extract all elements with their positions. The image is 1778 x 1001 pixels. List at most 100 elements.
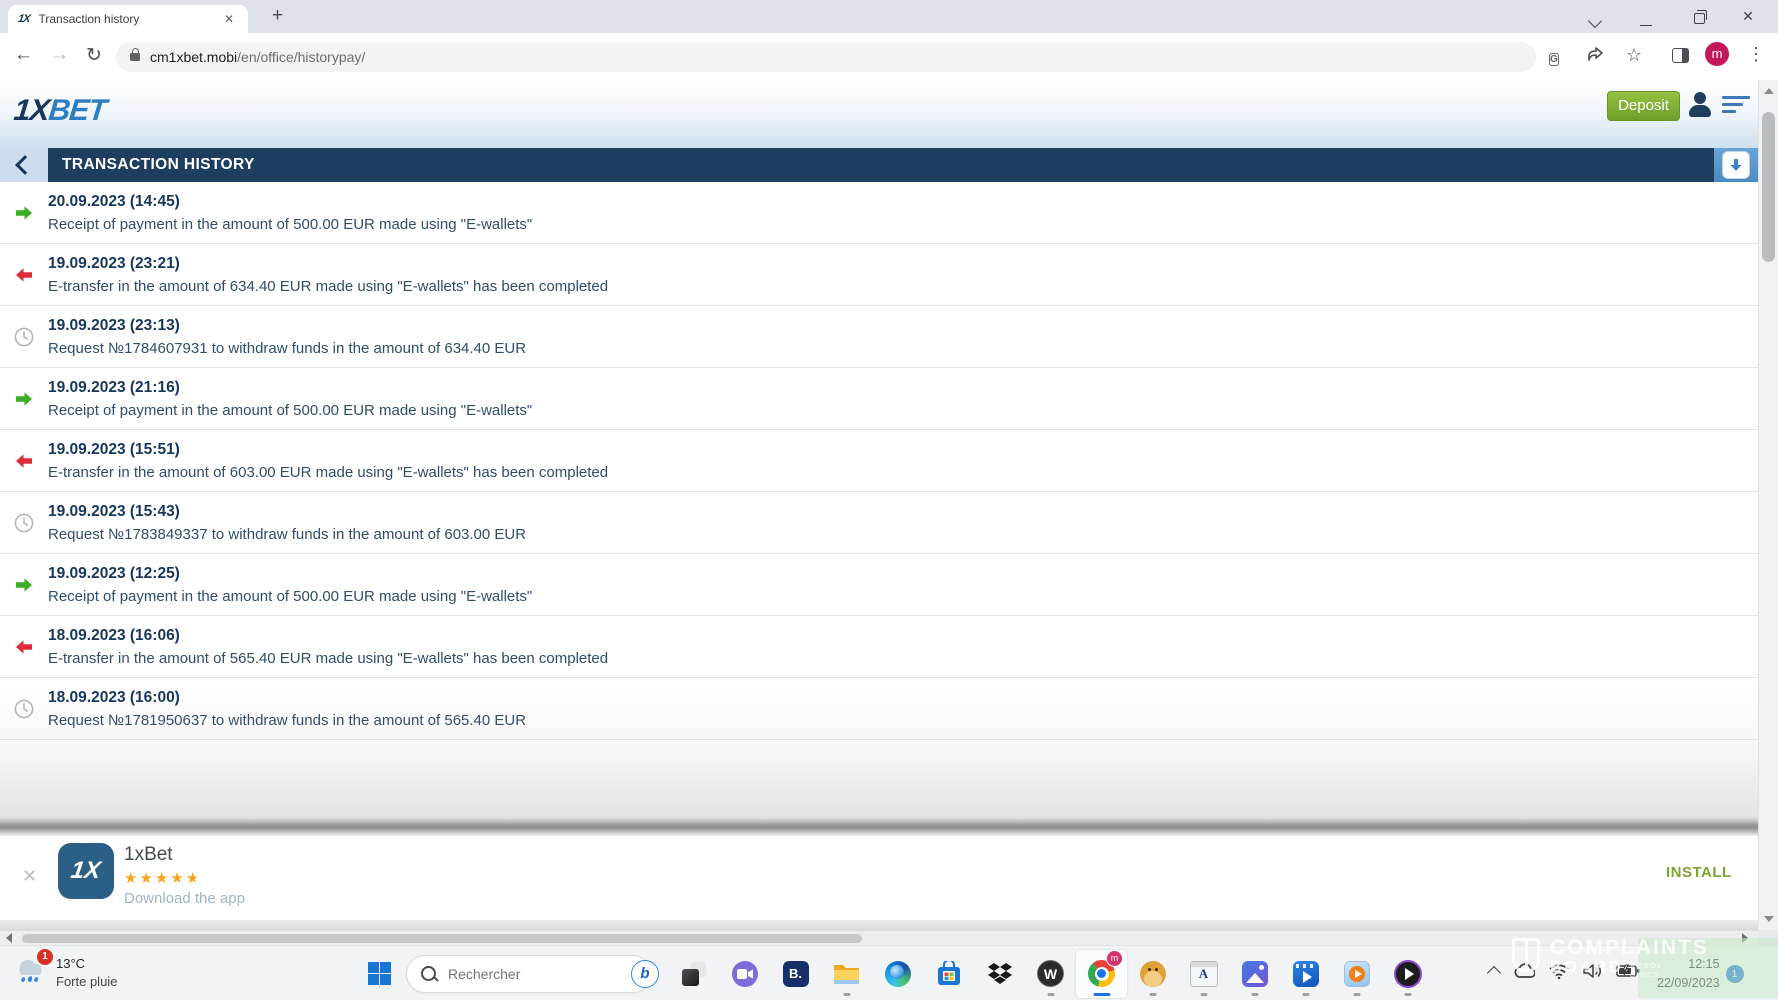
- transaction-type-icon: [0, 203, 48, 223]
- window-restore-button[interactable]: [1689, 11, 1709, 27]
- vertical-scroll-thumb[interactable]: [1762, 112, 1775, 262]
- tray-chevron-icon[interactable]: [1489, 964, 1499, 983]
- scroll-left-arrow[interactable]: [6, 933, 12, 943]
- microsoft-store-icon: [936, 961, 962, 987]
- weather-widget[interactable]: 1 13°C Forte pluie: [10, 951, 117, 994]
- window-minimize-button[interactable]: [1636, 16, 1656, 32]
- pending-clock-icon: [13, 512, 35, 534]
- transaction-date: 19.09.2023 (15:43): [48, 503, 526, 521]
- taskbar-item-booking[interactable]: B.: [770, 950, 821, 998]
- transaction-date: 19.09.2023 (21:16): [48, 379, 532, 397]
- transaction-row[interactable]: 18.09.2023 (16:00) Request №1781950637 t…: [0, 678, 1758, 740]
- browser-tab[interactable]: 1X Transaction history ✕: [8, 5, 248, 33]
- transaction-type-icon: [0, 389, 48, 409]
- taskbar-item-text-editor[interactable]: A: [1178, 950, 1229, 998]
- file-explorer-icon: [833, 962, 860, 986]
- account-icon[interactable]: [1688, 92, 1712, 118]
- transaction-row[interactable]: 19.09.2023 (15:43) Request №1783849337 t…: [0, 492, 1758, 554]
- taskbar-item-dropbox[interactable]: [974, 950, 1025, 998]
- deposit-button[interactable]: Deposit: [1607, 91, 1680, 121]
- window-close-button[interactable]: ✕: [1738, 8, 1758, 25]
- watermark-green-tint: [1638, 938, 1778, 998]
- transaction-row[interactable]: 19.09.2023 (12:25) Receipt of payment in…: [0, 554, 1758, 616]
- browser-tab-strip: 1X Transaction history ✕ + ✕: [0, 0, 1778, 33]
- lock-icon[interactable]: [130, 53, 140, 61]
- tab-search-icon[interactable]: [1585, 13, 1605, 29]
- forward-icon[interactable]: →: [50, 44, 69, 66]
- address-bar[interactable]: cm1xbet.mobi/en/office/historypay/: [116, 42, 1536, 72]
- app-install-banner: ✕ 1X 1xBet ★★★★★★ Download the app INSTA…: [0, 836, 1758, 920]
- taskbar-item-chrome[interactable]: m: [1076, 950, 1127, 998]
- search-input[interactable]: [446, 965, 631, 983]
- transaction-description: E-transfer in the amount of 603.00 EUR m…: [48, 464, 608, 481]
- app-subtitle: Download the app: [124, 890, 245, 907]
- transaction-row[interactable]: 19.09.2023 (23:21) E-transfer in the amo…: [0, 244, 1758, 306]
- taskbar-item-edge[interactable]: [872, 950, 923, 998]
- scroll-down-arrow[interactable]: [1764, 916, 1774, 922]
- back-button[interactable]: [0, 148, 48, 182]
- share-icon[interactable]: [1586, 45, 1604, 68]
- withdrawal-arrow-icon: [14, 265, 34, 285]
- volume-icon[interactable]: [1583, 963, 1602, 984]
- transaction-description: Receipt of payment in the amount of 500.…: [48, 588, 532, 605]
- transaction-description: Request №1784607931 to withdraw funds in…: [48, 340, 526, 357]
- task-view-button[interactable]: [668, 950, 719, 998]
- w-app-icon: W: [1037, 960, 1064, 987]
- start-button[interactable]: [352, 950, 406, 998]
- translate-icon[interactable]: G: [1549, 47, 1559, 67]
- taskbar-item-store[interactable]: [923, 950, 974, 998]
- chrome-profile-badge: m: [1106, 950, 1123, 967]
- transaction-row[interactable]: 18.09.2023 (16:06) E-transfer in the amo…: [0, 616, 1758, 678]
- bookmark-star-icon[interactable]: ☆: [1626, 45, 1642, 66]
- download-panel[interactable]: [1714, 148, 1758, 182]
- app-icon: 1X: [58, 843, 114, 899]
- taskbar-item-file-explorer[interactable]: [821, 950, 872, 998]
- kebab-menu-icon[interactable]: ⋮: [1747, 44, 1765, 65]
- wifi-icon[interactable]: [1549, 963, 1569, 984]
- tab-title: Transaction history: [38, 12, 219, 26]
- taskbar-item-movies-tv[interactable]: [1280, 950, 1331, 998]
- install-button[interactable]: INSTALL: [1666, 864, 1732, 881]
- taskbar-item-chat[interactable]: [719, 950, 770, 998]
- taskbar-item-media-player[interactable]: [1331, 950, 1382, 998]
- profile-avatar[interactable]: m: [1705, 42, 1729, 66]
- bing-chat-icon[interactable]: b: [631, 960, 659, 988]
- back-icon[interactable]: ←: [14, 44, 33, 66]
- side-panel-icon[interactable]: [1672, 48, 1689, 68]
- scroll-up-arrow[interactable]: [1764, 88, 1774, 94]
- transaction-date: 19.09.2023 (23:13): [48, 317, 526, 335]
- tab-close-icon[interactable]: ✕: [220, 10, 238, 28]
- battery-icon[interactable]: [1616, 964, 1640, 983]
- reload-icon[interactable]: ↻: [86, 44, 102, 67]
- transaction-description: Receipt of payment in the amount of 500.…: [48, 216, 532, 233]
- horizontal-scroll-thumb[interactable]: [22, 934, 862, 943]
- horizontal-scrollbar[interactable]: [0, 930, 1758, 945]
- vertical-scrollbar[interactable]: [1758, 80, 1778, 930]
- transaction-description: E-transfer in the amount of 634.40 EUR m…: [48, 278, 608, 295]
- new-tab-button[interactable]: +: [266, 4, 289, 28]
- transaction-row[interactable]: 20.09.2023 (14:45) Receipt of payment in…: [0, 182, 1758, 244]
- taskbar-search[interactable]: b: [406, 955, 652, 993]
- site-logo[interactable]: 1XBET: [12, 94, 107, 128]
- transaction-type-icon: [0, 637, 48, 657]
- page-title-bar: TRANSACTION HISTORY: [0, 148, 1758, 182]
- taskbar-item-photos[interactable]: [1229, 950, 1280, 998]
- site-header: 1XBET Deposit: [0, 80, 1758, 148]
- taskbar-item-w-app[interactable]: W: [1025, 950, 1076, 998]
- taskbar-item-mascot-app[interactable]: [1127, 950, 1178, 998]
- download-arrow-icon[interactable]: [1722, 151, 1750, 179]
- windows-taskbar: 1 13°C Forte pluie b B.: [0, 945, 1778, 1000]
- transaction-row[interactable]: 19.09.2023 (21:16) Receipt of payment in…: [0, 368, 1758, 430]
- movies-tv-icon: [1293, 961, 1319, 987]
- transaction-row[interactable]: 19.09.2023 (23:13) Request №1784607931 t…: [0, 306, 1758, 368]
- taskbar-item-video-player[interactable]: [1382, 950, 1433, 998]
- transaction-date: 19.09.2023 (23:21): [48, 255, 608, 273]
- transaction-row[interactable]: 19.09.2023 (15:51) E-transfer in the amo…: [0, 430, 1758, 492]
- menu-icon[interactable]: [1722, 96, 1752, 117]
- text-editor-icon: A: [1190, 961, 1218, 987]
- banner-close-icon[interactable]: ✕: [22, 866, 37, 887]
- transaction-date: 19.09.2023 (15:51): [48, 441, 608, 459]
- transaction-date: 20.09.2023 (14:45): [48, 193, 532, 211]
- dropbox-icon: [987, 962, 1013, 986]
- onedrive-cloud-icon[interactable]: [1513, 963, 1535, 984]
